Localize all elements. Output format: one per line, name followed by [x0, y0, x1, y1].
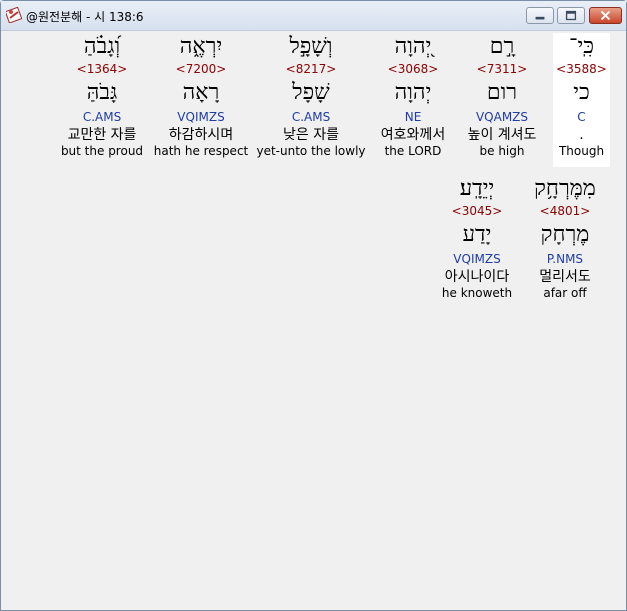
morphology-code[interactable]: VQAMZS	[450, 109, 554, 126]
hebrew-word: יִרְאֶ֑ה	[179, 34, 223, 59]
minimize-button[interactable]	[526, 7, 554, 24]
word-column[interactable]: יְיֵדָֽע׃ <3045> יָדַע VQIMZS 아시나이다 he k…	[425, 175, 529, 302]
strongs-number[interactable]: <1364>	[50, 61, 154, 77]
app-icon	[6, 7, 22, 23]
word-column[interactable]: וְשָׁפָ֣ל <8217> שָׁפָל C.AMS 낮은 자를 yet-…	[254, 33, 368, 160]
korean-gloss: .	[579, 127, 584, 143]
word-column[interactable]: וְ֝גָבֹ֗הַ <1364> גָּבֹהַּ C.AMS 교만한 자를 …	[50, 33, 154, 160]
maximize-icon	[565, 10, 577, 21]
morphology-code[interactable]: VQIMZS	[425, 251, 529, 268]
hebrew-word: וְשָׁפָ֣ל	[289, 34, 333, 59]
strongs-number[interactable]: <3588>	[553, 61, 610, 77]
lemma: כי	[573, 80, 590, 105]
hebrew-word: יְ֭הוָה	[394, 34, 432, 59]
strongs-number[interactable]: <3045>	[425, 203, 529, 219]
morphology-code[interactable]: C.AMS	[254, 109, 368, 126]
lemma: רָאָה	[182, 80, 220, 105]
morphology-code[interactable]: C	[553, 109, 610, 126]
word-column[interactable]: רָ֣ם <7311> רום VQAMZS 높이 계셔도 be high	[450, 33, 554, 160]
strongs-number[interactable]: <7200>	[149, 61, 253, 77]
english-gloss: yet-unto the lowly	[256, 144, 366, 158]
lemma: רום	[486, 80, 518, 105]
maximize-button[interactable]	[557, 7, 585, 24]
title-bar[interactable]: @원전분해 - 시 138:6	[1, 1, 626, 31]
strongs-number[interactable]: <3068>	[361, 61, 465, 77]
korean-gloss: 높이 계셔도	[467, 127, 537, 143]
korean-gloss: 여호와께서	[380, 127, 446, 143]
word-column[interactable]: יְ֭הוָה <3068> יְהוָה NE 여호와께서 the LORD	[361, 33, 465, 160]
window-title: @원전분해 - 시 138:6	[26, 10, 144, 24]
word-column[interactable]: יִרְאֶ֑ה <7200> רָאָה VQIMZS 하감하시며 hath …	[149, 33, 253, 160]
morphology-code[interactable]: VQIMZS	[149, 109, 253, 126]
app-window: @원전분해 - 시 138:6 כִּֽי־ <3588> כי C . Tho…	[0, 0, 627, 611]
korean-gloss: 하감하시며	[168, 127, 234, 143]
close-icon	[600, 10, 611, 21]
word-column[interactable]: כִּֽי־ <3588> כי C . Though	[553, 33, 610, 167]
strongs-number[interactable]: <7311>	[450, 61, 554, 77]
hebrew-word: וְ֝גָבֹ֗הַ	[83, 34, 121, 59]
lemma: יְהוָה	[394, 80, 432, 105]
morphology-code[interactable]: C.AMS	[50, 109, 154, 126]
word-analysis-panel: כִּֽי־ <3588> כי C . Though רָ֣ם <7311> …	[6, 31, 621, 606]
english-gloss: the LORD	[384, 144, 442, 158]
english-gloss: but the proud	[60, 144, 144, 158]
minimize-icon	[535, 16, 545, 20]
strongs-number[interactable]: <8217>	[254, 61, 368, 77]
lemma: יָדַע	[462, 222, 492, 247]
english-gloss: hath he respect	[153, 144, 249, 158]
english-gloss: Though	[558, 144, 605, 158]
korean-gloss: 아시나이다	[444, 269, 510, 285]
hebrew-word: רָ֣ם	[489, 34, 515, 59]
close-button[interactable]	[589, 7, 622, 24]
hebrew-word: כִּֽי־	[569, 34, 594, 59]
lemma: שָׁפָל	[292, 80, 330, 105]
english-gloss: he knoweth	[441, 286, 513, 300]
lemma: גָּבֹהַּ	[86, 80, 118, 105]
english-gloss: be high	[479, 144, 525, 158]
korean-gloss: 교만한 자를	[67, 127, 137, 143]
hebrew-word: יְיֵדָֽע׃	[459, 176, 495, 201]
morphology-code[interactable]: NE	[361, 109, 465, 126]
korean-gloss: 낮은 자를	[283, 127, 339, 143]
